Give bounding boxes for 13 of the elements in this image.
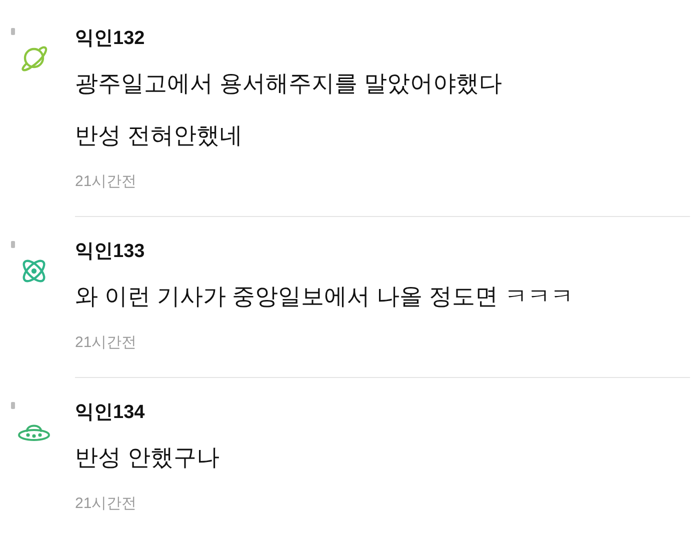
timestamp: 21시간전 — [75, 172, 138, 192]
comment-text: 와 이런 기사가 중앙일보에서 나올 정도면 ㅋㅋㅋ — [75, 282, 574, 311]
timestamp: 21시간전 — [75, 333, 138, 353]
comment-text: 반성 안했구나 — [75, 443, 220, 472]
badge-icon — [11, 402, 15, 409]
badge-icon — [11, 28, 15, 35]
author-name: 익인134 — [75, 401, 146, 425]
comment-text: 반성 전혀안했네 — [75, 121, 244, 150]
author-name: 익인133 — [75, 240, 146, 264]
comment-text: 광주일고에서 용서해주지를 말았어야했다 — [75, 69, 503, 98]
author-name: 익인132 — [75, 27, 146, 51]
badge-icon — [11, 241, 15, 248]
timestamp: 21시간전 — [75, 494, 138, 514]
